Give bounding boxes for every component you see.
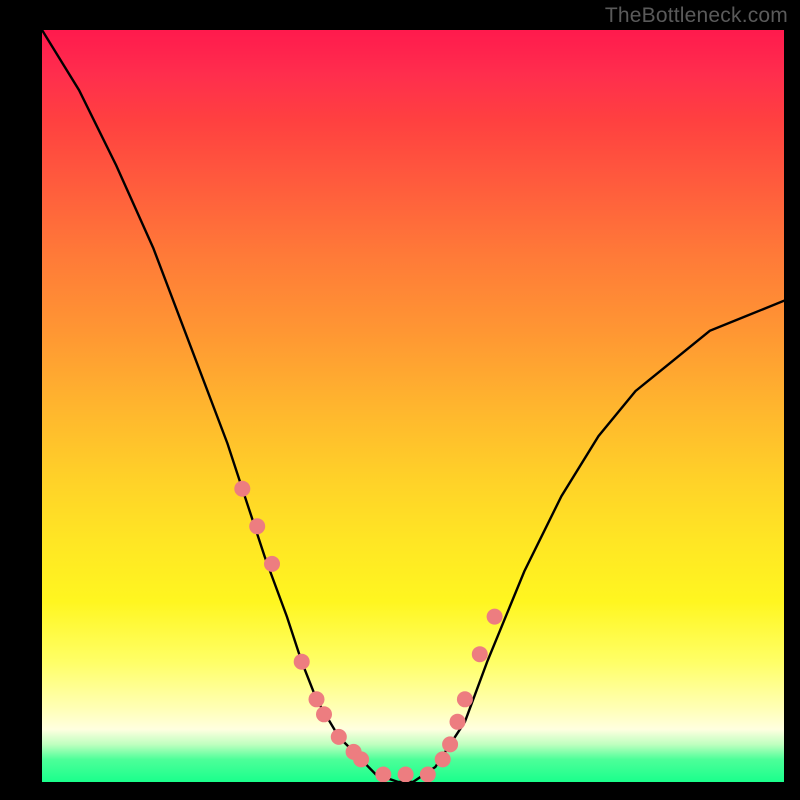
curve-dot	[398, 767, 414, 783]
curve-dot	[234, 481, 250, 497]
curve-dot	[487, 609, 503, 625]
curve-dot	[472, 646, 488, 662]
curve-dot	[442, 736, 458, 752]
chart-svg	[42, 30, 784, 782]
curve-dot	[420, 767, 436, 783]
chart-frame: TheBottleneck.com	[0, 0, 800, 800]
curve-dot	[264, 556, 280, 572]
curve-dot	[450, 714, 466, 730]
curve-dot	[316, 706, 332, 722]
curve-dot	[375, 767, 391, 783]
curve-dot	[249, 518, 265, 534]
curve-dot	[457, 691, 473, 707]
plot-area	[42, 30, 784, 782]
curve-dot	[331, 729, 347, 745]
curve-dot	[435, 751, 451, 767]
watermark-text: TheBottleneck.com	[605, 4, 788, 28]
bottleneck-curve	[42, 30, 784, 782]
curve-dot	[309, 691, 325, 707]
curve-dot	[294, 654, 310, 670]
curve-markers	[234, 481, 502, 782]
curve-dot	[353, 751, 369, 767]
curve-dot	[346, 744, 362, 760]
